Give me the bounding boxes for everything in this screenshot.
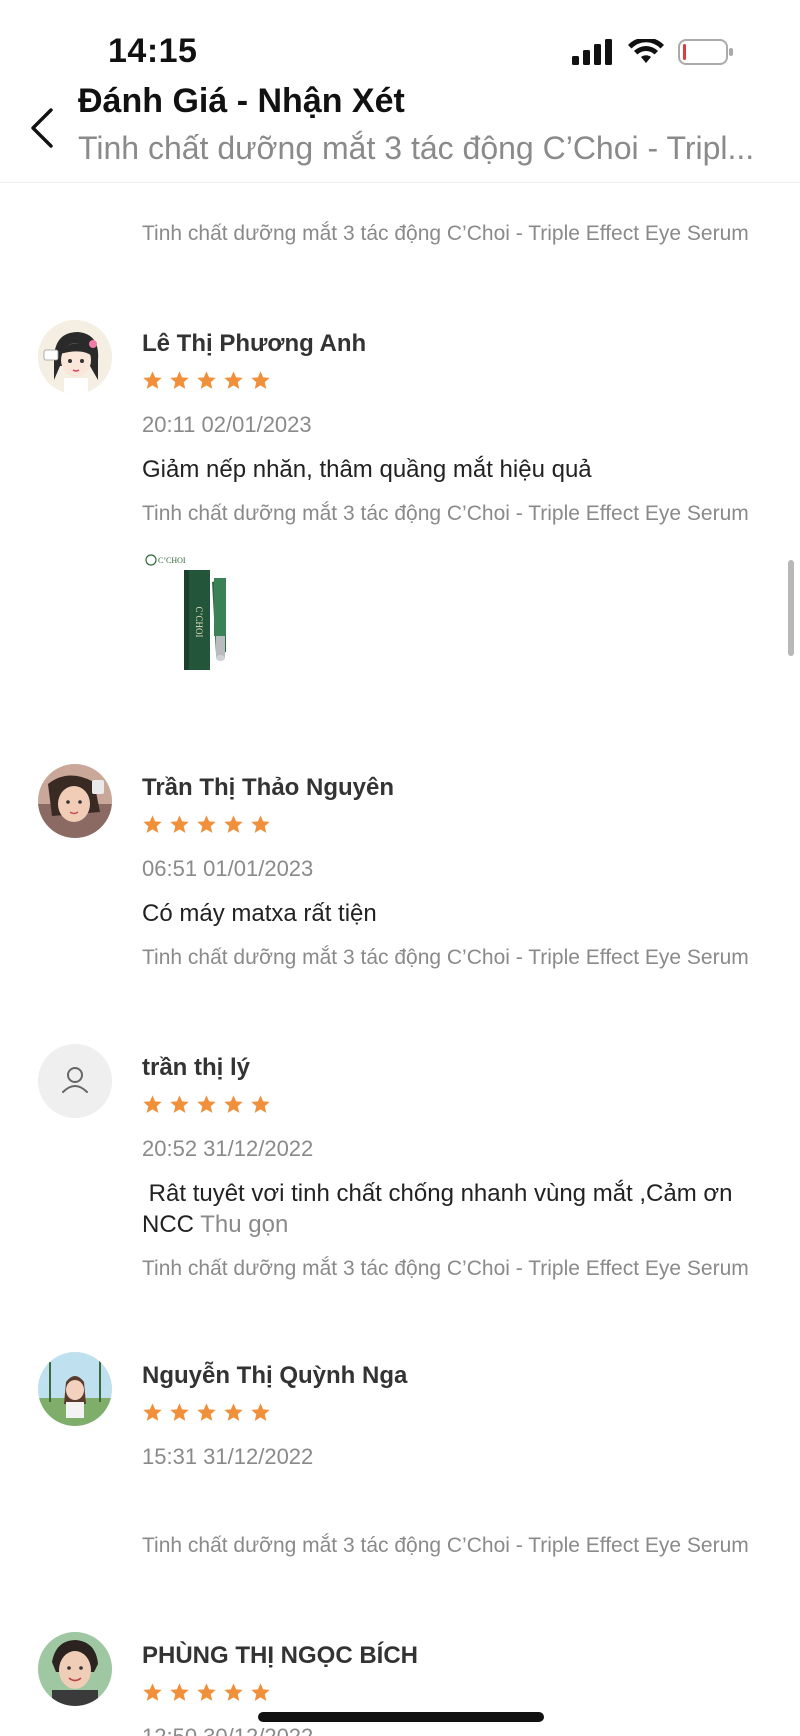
star-icon (251, 815, 270, 833)
reviewer-name: trần thị lý (142, 1054, 251, 1081)
star-icon (224, 1403, 243, 1421)
reviewer-name: Lê Thị Phương Anh (142, 330, 367, 357)
star-icon (170, 815, 189, 833)
review-date: 06:51 01/01/2023 (142, 856, 314, 881)
home-indicator[interactable] (258, 1712, 544, 1722)
rating-stars (142, 1094, 271, 1115)
star-icon (224, 815, 243, 833)
reviewer-name: PHÙNG THỊ NGỌC BÍCH (142, 1642, 418, 1669)
review-text: Có máy matxa rất tiện (142, 900, 377, 927)
review-text: Rât tuyêt vơi tinh chất chống nhanh vùng… (142, 1178, 762, 1240)
avatar (38, 1044, 112, 1118)
product-box-brand: C’CHOI (158, 556, 186, 565)
review-product-name: Tinh chất dưỡng mắt 3 tác động C’Choi - … (142, 222, 749, 245)
reviews-list[interactable]: Tinh chất dưỡng mắt 3 tác động C’Choi - … (0, 182, 800, 1736)
star-icon (197, 1095, 216, 1113)
rating-stars (142, 1682, 271, 1703)
scrollbar[interactable] (788, 560, 794, 656)
reviewer-name: Trần Thị Thảo Nguyên (142, 774, 395, 801)
star-icon (143, 1095, 162, 1113)
star-icon (197, 815, 216, 833)
star-icon (251, 1095, 270, 1113)
avatar (38, 1632, 112, 1706)
star-icon (170, 1683, 189, 1701)
star-icon (251, 371, 270, 389)
status-time: 14:15 (108, 32, 198, 70)
status-icons (572, 37, 734, 71)
star-icon (251, 1683, 270, 1701)
review-date: 15:31 31/12/2022 (142, 1444, 314, 1469)
star-icon (224, 1683, 243, 1701)
star-icon (224, 1095, 243, 1113)
default-user-icon (38, 1044, 112, 1118)
cellular-signal-icon (572, 39, 614, 70)
review-text: Giảm nếp nhăn, thâm quầng mắt hiệu quả (142, 456, 592, 483)
star-icon (143, 1403, 162, 1421)
review-date: 20:52 31/12/2022 (142, 1136, 314, 1161)
review-product-name: Tinh chất dưỡng mắt 3 tác động C’Choi - … (142, 1257, 749, 1280)
avatar (38, 320, 112, 394)
star-icon (251, 1403, 270, 1421)
rating-stars (142, 370, 271, 391)
product-subtitle: Tinh chất dưỡng mắt 3 tác động C’Choi - … (78, 130, 755, 166)
product-box-label: C’CHOI (194, 607, 204, 638)
reviewer-name: Nguyễn Thị Quỳnh Nga (142, 1362, 408, 1389)
rating-stars (142, 1402, 271, 1423)
battery-low-icon (678, 38, 734, 71)
page-title: Đánh Giá - Nhận Xét (78, 82, 405, 120)
back-button[interactable] (22, 102, 62, 158)
star-icon (170, 371, 189, 389)
star-icon (197, 1403, 216, 1421)
review-product-name: Tinh chất dưỡng mắt 3 tác động C’Choi - … (142, 502, 749, 525)
star-icon (143, 371, 162, 389)
star-icon (170, 1403, 189, 1421)
review-date: 12:50 30/12/2022 (142, 1724, 313, 1736)
review-date: 20:11 02/01/2023 (142, 412, 312, 437)
chevron-left-icon (29, 107, 55, 154)
rating-stars (142, 814, 271, 835)
wifi-icon (628, 37, 664, 70)
star-icon (143, 815, 162, 833)
review-photo-thumbnail[interactable]: C’CHOI C’CHOI (142, 552, 246, 670)
star-icon (197, 371, 216, 389)
star-icon (143, 1683, 162, 1701)
avatar (38, 1352, 112, 1426)
status-bar: 14:15 (0, 0, 800, 80)
star-icon (197, 1683, 216, 1701)
collapse-link[interactable]: Thu gọn (200, 1211, 288, 1238)
review-product-name: Tinh chất dưỡng mắt 3 tác động C’Choi - … (142, 946, 749, 969)
review-product-name: Tinh chất dưỡng mắt 3 tác động C’Choi - … (142, 1534, 749, 1557)
avatar (38, 764, 112, 838)
navigation-header: Đánh Giá - Nhận Xét Tinh chất dưỡng mắt … (0, 78, 800, 183)
star-icon (170, 1095, 189, 1113)
star-icon (224, 371, 243, 389)
